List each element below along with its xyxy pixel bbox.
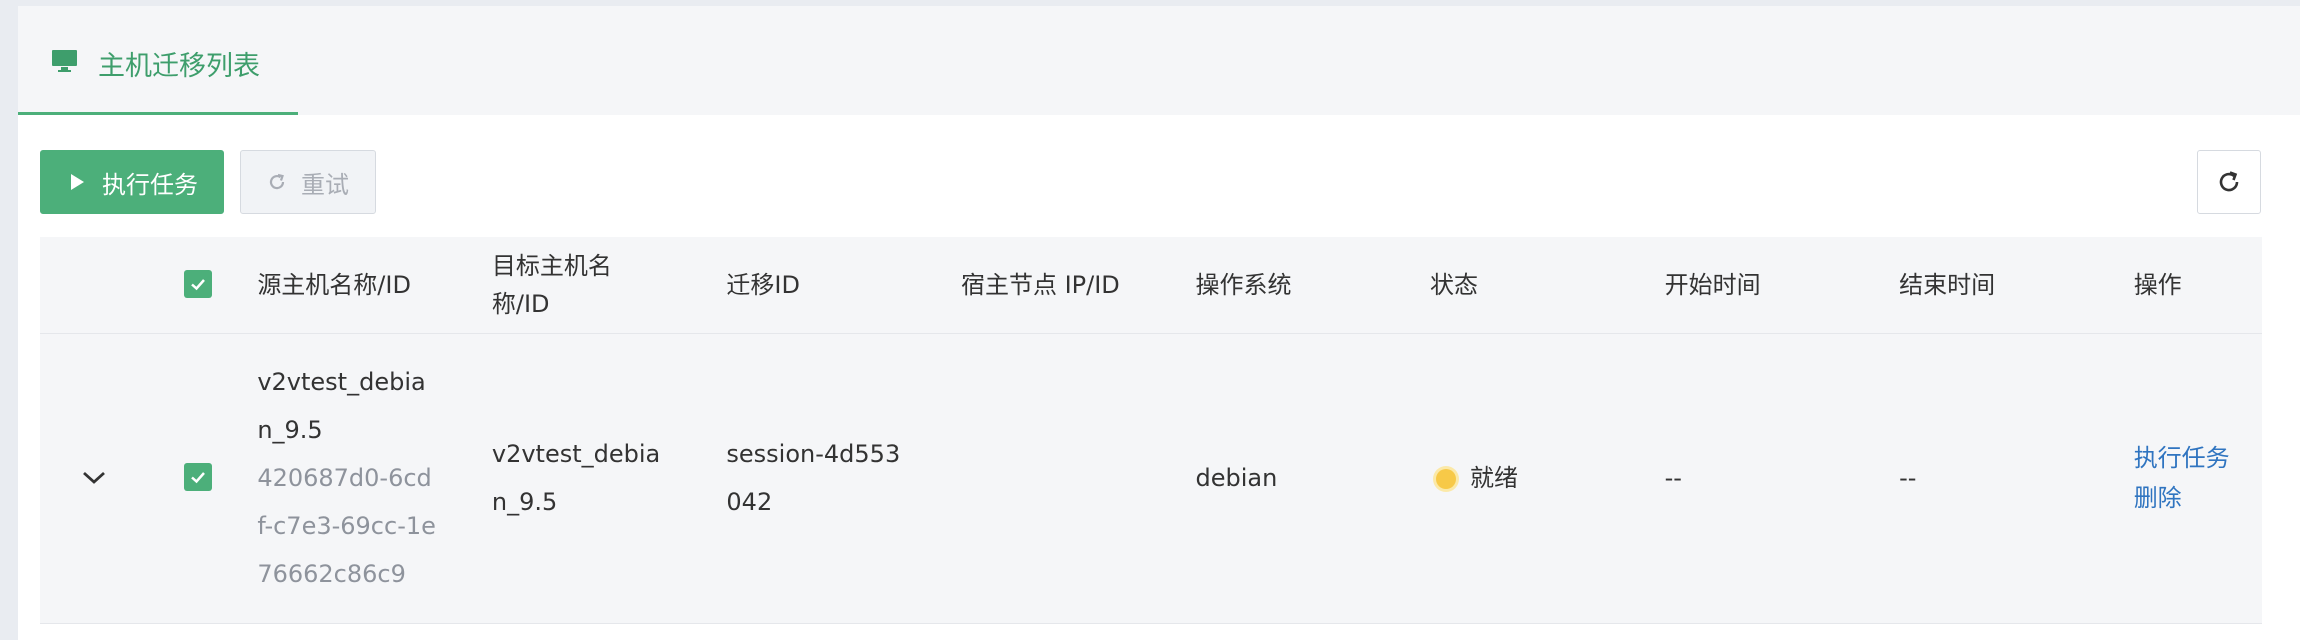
col-migration-id[interactable]: 迁移ID	[716, 237, 951, 334]
migration-id: session-4d553	[726, 440, 901, 468]
source-id-cont2: 76662c86c9	[257, 560, 406, 588]
col-source[interactable]: 源主机名称/ID	[247, 237, 482, 334]
actions-cell: 执行任务 删除	[2123, 333, 2262, 624]
title-tab[interactable]: 主机迁移列表	[18, 6, 298, 115]
run-task-link[interactable]: 执行任务	[2134, 438, 2252, 478]
chevron-down-icon[interactable]	[81, 470, 107, 486]
select-all-checkbox[interactable]	[184, 269, 213, 298]
host-node-cell	[950, 333, 1186, 624]
expand-cell	[40, 333, 149, 624]
row-select-cell	[148, 333, 248, 624]
retry-label: 重试	[301, 170, 349, 199]
source-cell: v2vtest_debia n_9.5 420687d0-6cd f-c7e3-…	[247, 333, 482, 624]
retry-button[interactable]: 重试	[240, 150, 376, 214]
row-checkbox[interactable]	[184, 463, 213, 491]
monitor-icon	[52, 50, 77, 72]
col-os[interactable]: 操作系统	[1185, 237, 1421, 334]
run-task-button[interactable]: 执行任务	[40, 150, 224, 214]
refresh-icon	[2219, 171, 2239, 192]
table-row: v2vtest_debia n_9.5 420687d0-6cd f-c7e3-…	[40, 333, 2262, 624]
status-cell: 就绪	[1420, 333, 1655, 624]
target-cell: v2vtest_debia n_9.5	[481, 333, 717, 624]
col-target-line2: 称/ID	[491, 289, 550, 318]
check-icon	[191, 278, 206, 291]
start-time-cell: --	[1654, 333, 1890, 624]
check-icon	[191, 472, 206, 484]
panel-header: 主机迁移列表	[18, 6, 2300, 115]
migration-table: 源主机名称/ID 目标主机名 称/ID 迁移ID 宿主节点 IP/ID 操作系统…	[40, 237, 2262, 624]
end-time-cell: --	[1889, 333, 2124, 624]
target-name: v2vtest_debia	[491, 440, 661, 468]
migration-id-cont: 042	[726, 488, 773, 516]
retry-icon	[269, 173, 285, 190]
delete-link[interactable]: 删除	[2134, 478, 2252, 518]
expand-column-header	[40, 237, 149, 334]
col-target-line1: 目标主机名	[491, 251, 612, 280]
col-end-time[interactable]: 结束时间	[1889, 237, 2124, 334]
source-id: 420687d0-6cd	[257, 464, 432, 492]
migration-id-cell: session-4d553 042	[716, 333, 951, 624]
col-status[interactable]: 状态	[1420, 237, 1655, 334]
status-dot-icon	[1436, 469, 1457, 489]
col-host-node[interactable]: 宿主节点 IP/ID	[950, 237, 1186, 334]
source-name: v2vtest_debia	[257, 368, 426, 396]
table-header-row: 源主机名称/ID 目标主机名 称/ID 迁移ID 宿主节点 IP/ID 操作系统…	[40, 237, 2262, 334]
source-name-cont: n_9.5	[257, 416, 323, 444]
source-id-cont: f-c7e3-69cc-1e	[257, 512, 436, 540]
status-text: 就绪	[1470, 464, 1519, 492]
refresh-button[interactable]	[2197, 150, 2261, 214]
col-actions: 操作	[2123, 237, 2262, 334]
col-target[interactable]: 目标主机名 称/ID	[481, 237, 717, 334]
run-task-label: 执行任务	[102, 170, 198, 199]
page-title: 主机迁移列表	[98, 51, 260, 82]
target-name-cont: n_9.5	[491, 488, 558, 516]
os-cell: debian	[1185, 333, 1421, 624]
play-icon	[71, 174, 84, 190]
col-start-time[interactable]: 开始时间	[1654, 237, 1890, 334]
select-all-cell	[148, 237, 248, 334]
